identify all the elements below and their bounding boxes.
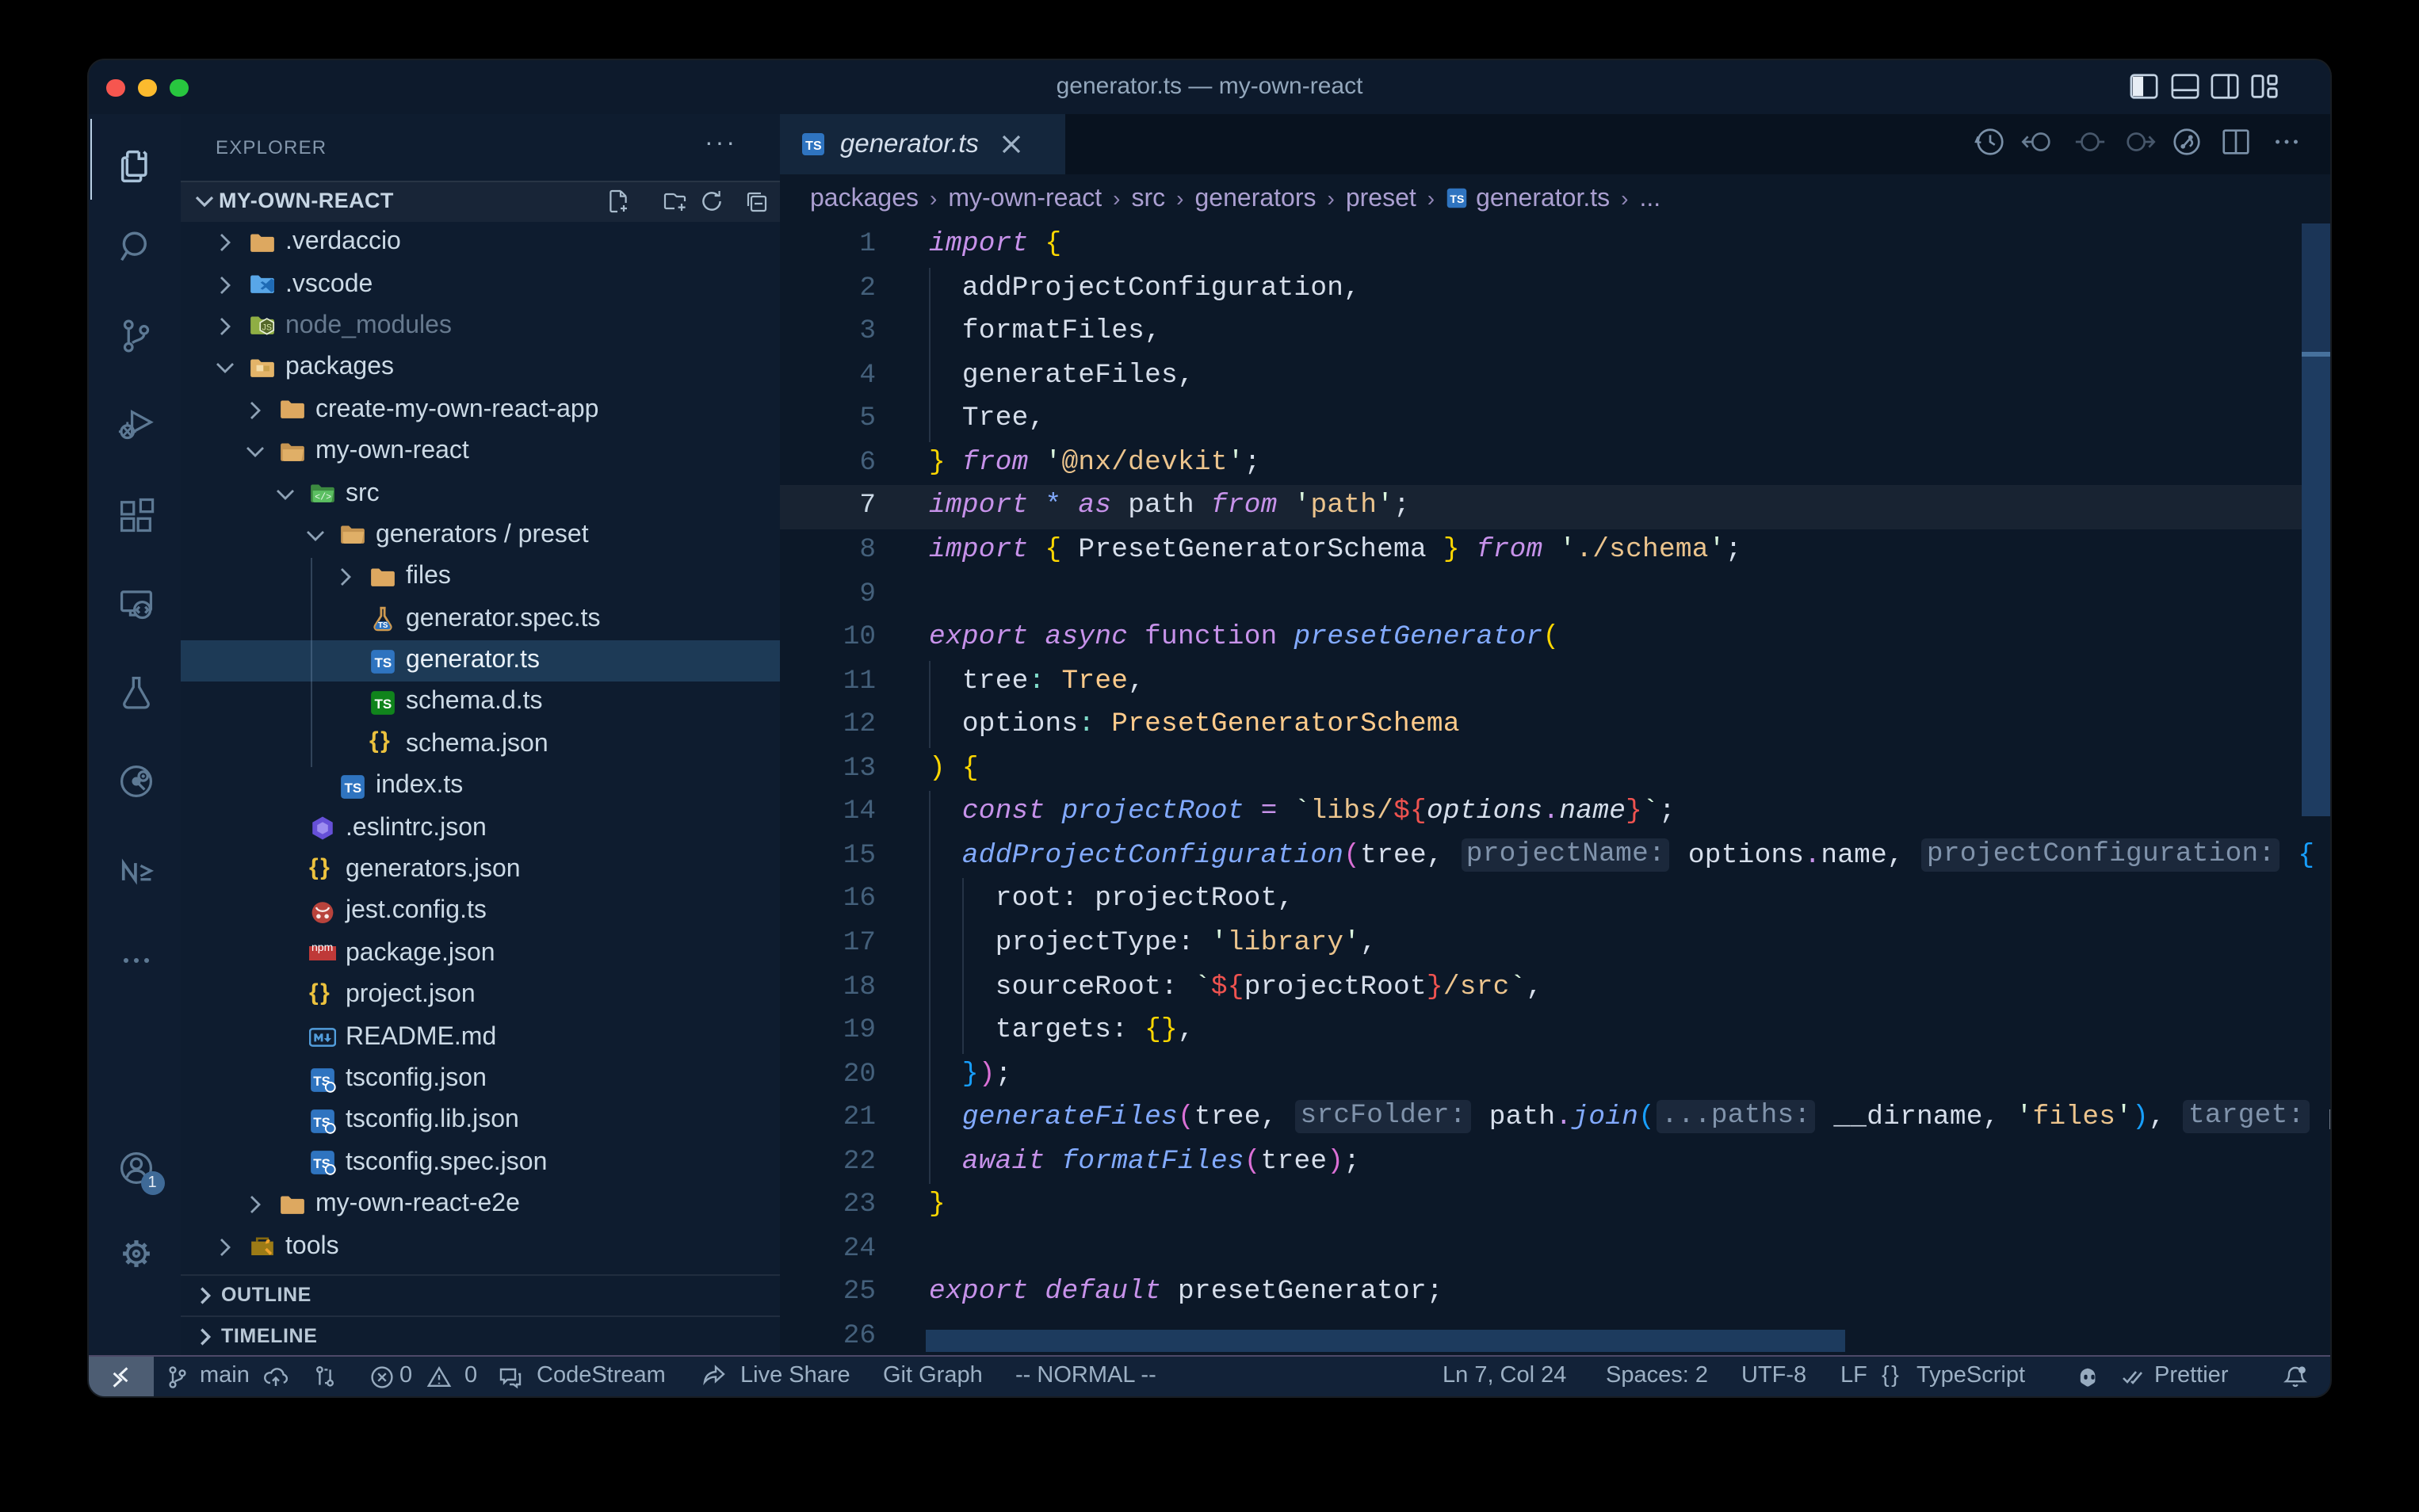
svg-text:JS: JS [262,323,272,333]
svg-text:</>: </> [315,492,331,503]
svg-text:TS: TS [375,655,392,670]
svg-text:TS: TS [1450,193,1465,205]
svg-text:TS: TS [378,621,388,630]
svg-text:TS: TS [345,781,362,796]
svg-text:TS: TS [375,697,392,712]
svg-text:TS: TS [805,139,822,153]
